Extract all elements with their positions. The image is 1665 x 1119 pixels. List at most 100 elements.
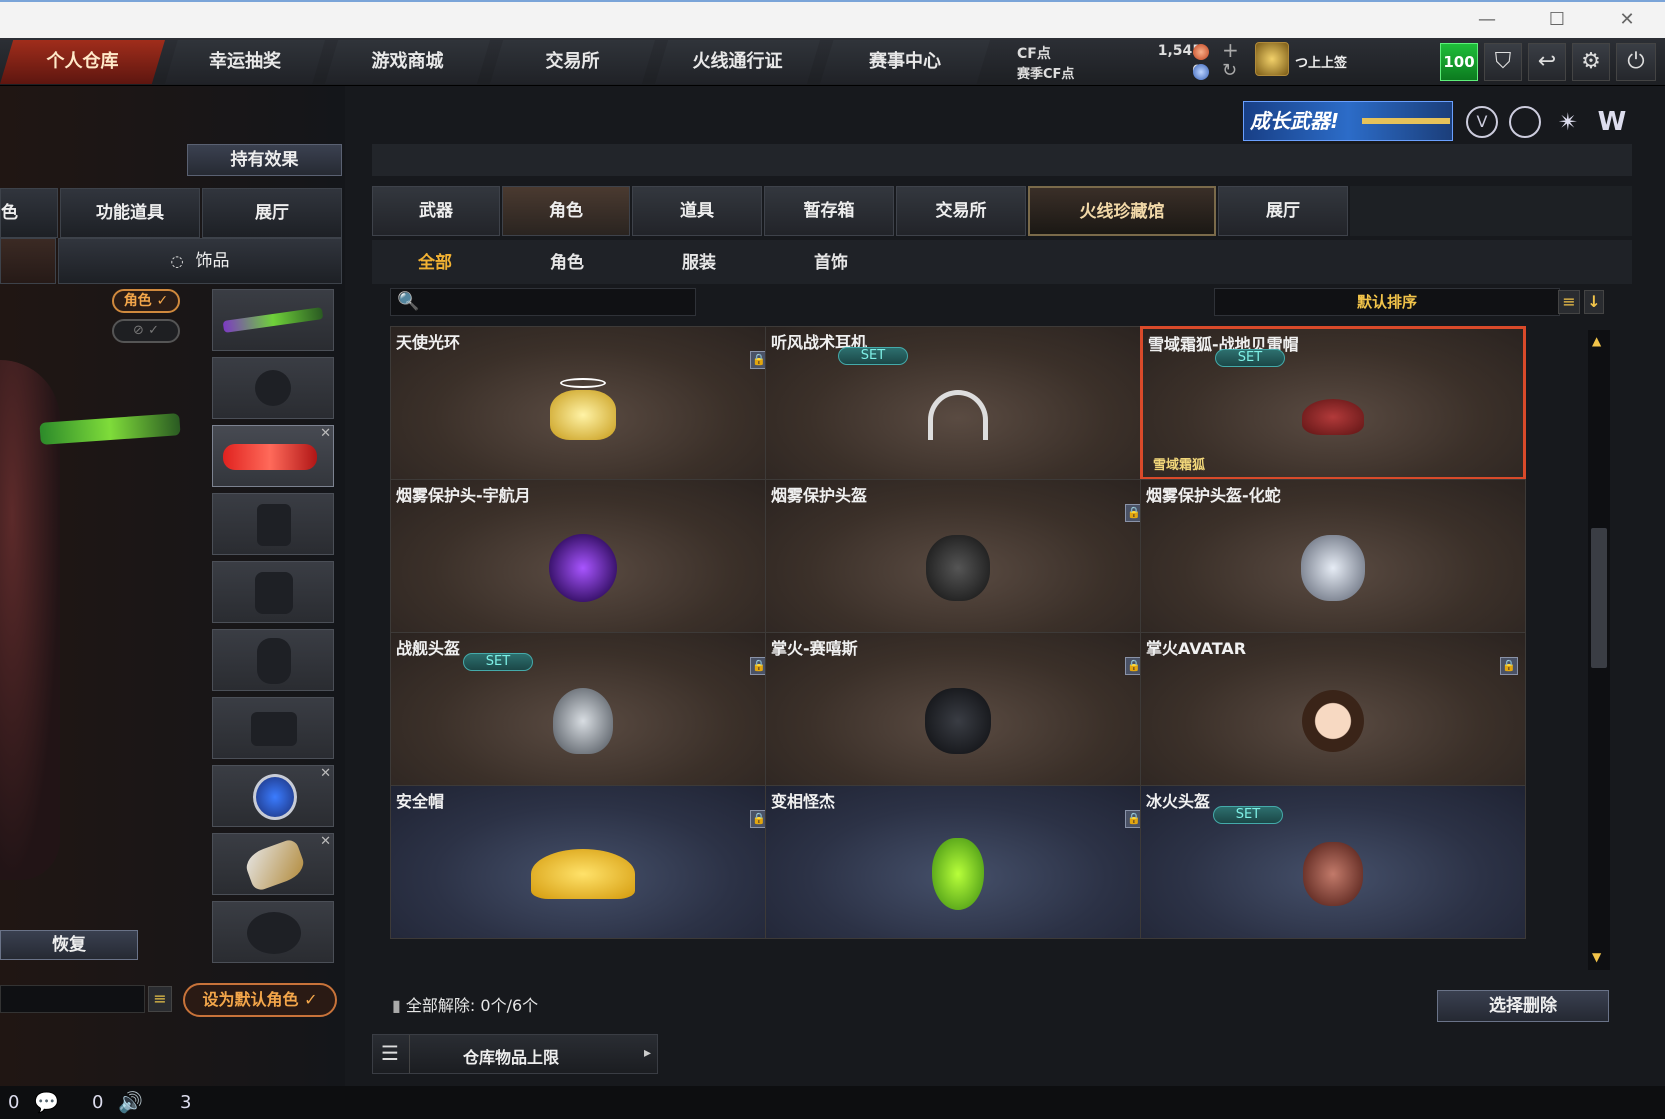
growth-weapon-banner[interactable]: 成长武器! bbox=[1243, 101, 1453, 141]
tab-items[interactable]: 道具 bbox=[632, 186, 762, 236]
season-cf-label: 赛季CF点 bbox=[1017, 67, 1075, 82]
layers-icon: ☰ bbox=[381, 1041, 399, 1065]
tab-game-mall[interactable]: 游戏商城 bbox=[325, 40, 490, 84]
power-icon[interactable]: ⏻ bbox=[1616, 43, 1656, 81]
sort-dropdown[interactable]: 默认排序 bbox=[1214, 288, 1560, 316]
rank-emblem-icon[interactable] bbox=[1255, 42, 1289, 76]
head-placeholder-icon bbox=[255, 370, 291, 406]
role-toggle[interactable]: 角色 ✓ bbox=[112, 289, 180, 313]
item-card[interactable]: 雪域霜狐-战地贝雷帽 SET 雪域霜狐 bbox=[1140, 326, 1526, 480]
scroll-down-icon[interactable]: ▼ bbox=[1592, 950, 1601, 964]
tab-showroom-left[interactable]: 展厅 bbox=[202, 188, 342, 238]
slot-head[interactable] bbox=[212, 357, 334, 419]
crosshair-emblem-icon[interactable] bbox=[1509, 106, 1541, 138]
sort-menu-icon[interactable]: ≡ bbox=[1558, 290, 1580, 314]
remove-ring-icon[interactable]: ✕ bbox=[320, 766, 331, 781]
w-emblem-icon[interactable]: W bbox=[1595, 106, 1629, 138]
item-card[interactable]: 听风战术耳机 SET bbox=[765, 326, 1151, 480]
status-value-2: 0 bbox=[92, 1092, 104, 1113]
item-name: 掌火-赛嘻斯 bbox=[771, 639, 858, 658]
v-emblem-icon[interactable]: V bbox=[1466, 106, 1498, 138]
storage-arrow-icon[interactable]: ▸ bbox=[644, 1045, 651, 1061]
item-card[interactable]: 掌火AVATAR 🔒 bbox=[1140, 632, 1526, 786]
item-card[interactable]: 烟雾保护头盔 🔒 bbox=[765, 479, 1151, 633]
tab-function-items[interactable]: 功能道具 bbox=[60, 188, 200, 238]
slot-pants[interactable] bbox=[212, 697, 334, 759]
slot-ring[interactable]: ✕ bbox=[212, 765, 334, 827]
item-card[interactable]: 变相怪杰 🔒 bbox=[765, 785, 1151, 939]
item-card[interactable]: 安全帽 🔒 bbox=[390, 785, 776, 939]
tab-battle-pass[interactable]: 火线通行证 bbox=[655, 40, 820, 84]
tab-weapons[interactable]: 武器 bbox=[372, 186, 500, 236]
tab-role-partial[interactable]: 色 bbox=[0, 188, 58, 238]
subtab-role[interactable]: 角色 bbox=[502, 244, 632, 282]
speaker-icon[interactable]: 🔊 bbox=[118, 1090, 143, 1114]
slot-primary-weapon[interactable] bbox=[212, 289, 334, 351]
accessory-tab[interactable]: ◌ 饰品 bbox=[58, 238, 342, 284]
tab-roles[interactable]: 角色 bbox=[502, 186, 630, 236]
info-bar bbox=[372, 144, 1632, 176]
close-button[interactable]: ✕ bbox=[1612, 8, 1642, 32]
set-default-role-button[interactable]: 设为默认角色 ✓ bbox=[183, 983, 337, 1017]
item-card[interactable]: 战舰头盔 SET 🔒 bbox=[390, 632, 776, 786]
remove-goggles-icon[interactable]: ✕ bbox=[320, 426, 331, 441]
item-card[interactable]: 掌火-赛嘻斯 🔒 bbox=[765, 632, 1151, 786]
role-preset-field[interactable] bbox=[0, 985, 145, 1013]
remove-charm-icon[interactable]: ✕ bbox=[320, 834, 331, 849]
level-badge[interactable]: 100 bbox=[1440, 43, 1478, 81]
star-emblem-icon[interactable]: ✴ bbox=[1552, 106, 1584, 138]
tab-lucky-draw[interactable]: 幸运抽奖 bbox=[165, 40, 325, 84]
sort-direction-button[interactable]: ↓ bbox=[1584, 290, 1604, 314]
preset-list-icon[interactable]: ≡ bbox=[148, 986, 172, 1012]
gear-icon[interactable]: ⚙ bbox=[1572, 43, 1610, 81]
visibility-toggle[interactable]: ⊘ ✓ bbox=[112, 319, 180, 343]
minimize-button[interactable]: — bbox=[1472, 8, 1502, 32]
tab-storage[interactable]: 暂存箱 bbox=[764, 186, 894, 236]
shield-icon[interactable]: ⛉ bbox=[1484, 43, 1522, 81]
storage-limit-bar[interactable]: ☰ 仓库物品上限 ▸ bbox=[372, 1034, 658, 1074]
item-card[interactable]: 烟雾保护头-宇航月 bbox=[390, 479, 776, 633]
item-scrollbar[interactable]: ▲ ▼ bbox=[1588, 330, 1610, 970]
subtab-clothing[interactable]: 服装 bbox=[634, 244, 764, 282]
add-cf-button[interactable]: + bbox=[1222, 38, 1239, 62]
item-name: 天使光环 bbox=[396, 333, 461, 352]
slot-charm[interactable]: ✕ bbox=[212, 833, 334, 895]
item-name: 安全帽 bbox=[396, 792, 445, 811]
search-input[interactable] bbox=[423, 291, 689, 313]
subtab-jewelry[interactable]: 首饰 bbox=[766, 244, 896, 282]
tab-showroom[interactable]: 展厅 bbox=[1218, 186, 1348, 236]
select-delete-button[interactable]: 选择删除 bbox=[1437, 990, 1609, 1022]
return-icon[interactable]: ↩ bbox=[1528, 43, 1566, 81]
search-box[interactable]: 🔍 bbox=[390, 288, 696, 316]
subtab-all[interactable]: 全部 bbox=[370, 244, 500, 282]
item-card[interactable]: 天使光环 🔒 bbox=[390, 326, 776, 480]
snake-helmet-icon bbox=[1301, 535, 1365, 601]
hold-effect-button[interactable]: 持有效果 bbox=[187, 144, 342, 176]
item-name: 掌火AVATAR bbox=[1146, 639, 1247, 658]
tab-exchange[interactable]: 交易所 bbox=[490, 40, 655, 84]
bookmark-icon[interactable]: ▮ bbox=[392, 996, 401, 1015]
tab-personal-warehouse[interactable]: 个人仓库 bbox=[0, 40, 165, 84]
slot-goggles[interactable]: ✕ bbox=[212, 425, 334, 487]
item-card[interactable]: 冰火头盔 SET bbox=[1140, 785, 1526, 939]
slot-extra[interactable] bbox=[212, 901, 334, 963]
tab-exchange-cat[interactable]: 交易所 bbox=[896, 186, 1026, 236]
refresh-button[interactable]: ↻ bbox=[1222, 60, 1237, 81]
body-placeholder-icon bbox=[257, 504, 291, 546]
slot-body[interactable] bbox=[212, 493, 334, 555]
status-value-3: 3 bbox=[180, 1092, 192, 1113]
slot-armor[interactable] bbox=[212, 629, 334, 691]
ice-fire-helmet-icon bbox=[1303, 842, 1363, 906]
chat-icon[interactable]: 💬 bbox=[34, 1090, 59, 1114]
slot-vest[interactable] bbox=[212, 561, 334, 623]
season-coin-icon bbox=[1193, 64, 1209, 80]
maximize-button[interactable]: ☐ bbox=[1542, 8, 1572, 32]
scroll-thumb[interactable] bbox=[1591, 528, 1607, 668]
restore-button[interactable]: 恢复 bbox=[0, 930, 138, 960]
slot-tab-left[interactable] bbox=[0, 238, 56, 284]
item-card[interactable]: 烟雾保护头盔-化蛇 bbox=[1140, 479, 1526, 633]
trash-lock-icon[interactable]: 🔒 bbox=[1500, 657, 1518, 675]
tab-collection[interactable]: 火线珍藏馆 bbox=[1028, 186, 1216, 236]
scroll-up-icon[interactable]: ▲ bbox=[1592, 334, 1601, 348]
tab-event-center[interactable]: 赛事中心 bbox=[820, 40, 990, 84]
